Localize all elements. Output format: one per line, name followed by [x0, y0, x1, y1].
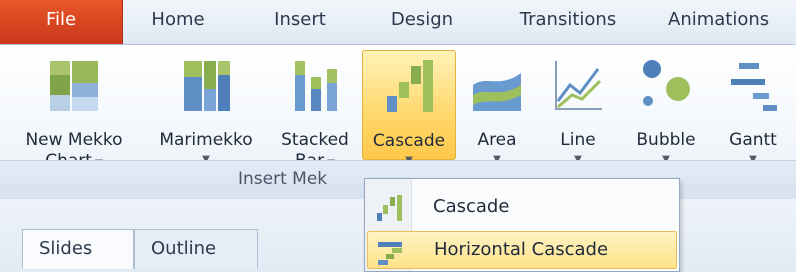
cascade-icon — [387, 60, 433, 112]
gantt-chart-icon — [731, 63, 777, 111]
bubble-chart-icon — [643, 60, 690, 106]
ribbon-tab-bar: File Home Insert Design Transitions Anim… — [0, 0, 796, 45]
tab-file[interactable]: File — [0, 0, 123, 44]
tab-design[interactable]: Design — [372, 0, 472, 44]
menu-item-horizontal-cascade[interactable]: Horizontal Cascade — [367, 231, 677, 269]
cascade-icon — [377, 195, 402, 221]
marimekko-button[interactable]: Marimekko ▼ — [150, 50, 262, 165]
marimekko-icon — [184, 61, 230, 111]
bubble-button[interactable]: Bubble ▼ — [620, 50, 712, 165]
horizontal-cascade-icon — [378, 242, 402, 265]
menu-item-cascade[interactable]: Cascade — [367, 189, 677, 227]
tab-slides[interactable]: Slides — [22, 229, 134, 269]
group-label: Insert Mek — [238, 169, 328, 189]
area-button[interactable]: Area ▼ — [462, 50, 532, 165]
cascade-button[interactable]: Cascade ▼ — [362, 50, 456, 166]
line-button[interactable]: Line ▼ — [540, 50, 616, 165]
tab-outline[interactable]: Outline — [134, 229, 258, 269]
menu-item-label: Horizontal Cascade — [434, 239, 609, 260]
tab-transitions[interactable]: Transitions — [498, 0, 638, 44]
line-chart-icon — [555, 61, 602, 110]
cascade-dropdown-menu: Cascade Horizontal Cascade — [364, 178, 680, 272]
stacked-bar-button[interactable]: Stacked Bar ▼ — [268, 50, 362, 171]
tab-insert[interactable]: Insert — [252, 0, 348, 44]
mekko-chart-icon — [50, 61, 98, 111]
menu-item-label: Cascade — [433, 196, 510, 217]
tab-animations[interactable]: Animations — [668, 0, 796, 44]
tab-home[interactable]: Home — [130, 0, 226, 44]
gantt-button[interactable]: Gantt ▼ — [714, 50, 792, 165]
new-mekko-chart-button[interactable]: New Mekko Chart ▼ — [0, 50, 148, 171]
area-chart-icon — [473, 73, 521, 111]
stacked-bar-icon — [295, 61, 337, 111]
